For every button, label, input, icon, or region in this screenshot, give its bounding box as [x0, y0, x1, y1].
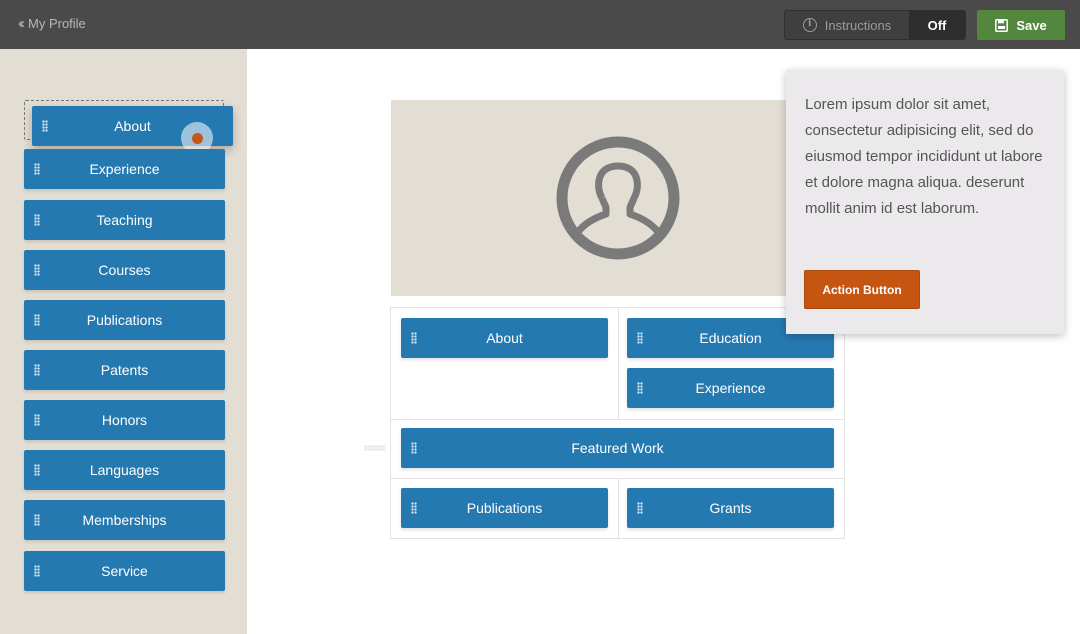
sidebar-item-memberships[interactable]: Memberships	[24, 500, 225, 540]
layout-block-experience[interactable]: Experience	[627, 368, 834, 408]
avatar-icon	[556, 136, 680, 260]
sidebar-item-label: Honors	[101, 412, 148, 428]
instructions-button[interactable]: i Instructions	[785, 11, 909, 39]
sidebar-item-label: Teaching	[96, 212, 153, 228]
grip-icon	[637, 332, 643, 344]
sidebar-item-teaching[interactable]: Teaching	[24, 200, 225, 240]
grip-icon	[34, 464, 40, 476]
sidebar-item-honors[interactable]: Honors	[24, 400, 225, 440]
layout-block-featured-work[interactable]: Featured Work	[401, 428, 834, 468]
layout-block-grants[interactable]: Grants	[627, 488, 834, 528]
save-label: Save	[1016, 17, 1047, 33]
grip-icon	[411, 332, 417, 344]
sidebar-item-label: Publications	[86, 312, 163, 328]
double-chevron-left-icon: ‹‹	[18, 15, 25, 32]
sidebar-item-label: Memberships	[82, 512, 167, 528]
instructions-label: Instructions	[824, 17, 892, 33]
sidebar-item-service[interactable]: Service	[24, 551, 225, 591]
save-button[interactable]: Save	[977, 10, 1065, 40]
grip-icon	[34, 214, 40, 226]
grip-icon	[637, 382, 643, 394]
top-bar: ‹‹ My Profile i Instructions Off Save	[0, 0, 1080, 49]
drop-hint	[364, 445, 386, 451]
layout-block-publications[interactable]: Publications	[401, 488, 608, 528]
sidebar-item-label: About	[114, 118, 151, 134]
back-link-label: My Profile	[28, 16, 86, 31]
grip-icon	[34, 264, 40, 276]
sidebar-item-label: Courses	[98, 262, 151, 278]
back-to-profile-link[interactable]: ‹‹ My Profile	[18, 16, 86, 31]
layout-block-about[interactable]: About	[401, 318, 608, 358]
save-disk-icon	[995, 18, 1009, 32]
grip-icon	[34, 163, 40, 175]
sidebar-item-experience[interactable]: Experience	[24, 149, 225, 189]
instructions-state[interactable]: Off	[909, 11, 965, 39]
grip-icon	[34, 364, 40, 376]
grip-icon	[637, 502, 643, 514]
instructions-popover: Lorem ipsum dolor sit amet, consectetur …	[786, 70, 1064, 334]
layout-block-label: Experience	[695, 380, 766, 396]
action-button[interactable]: Action Button	[804, 270, 920, 309]
grip-icon	[411, 502, 417, 514]
grip-icon	[34, 314, 40, 326]
sidebar-item-courses[interactable]: Courses	[24, 250, 225, 290]
grip-icon	[34, 414, 40, 426]
sidebar-item-patents[interactable]: Patents	[24, 350, 225, 390]
layout-block-label: Grants	[709, 500, 752, 516]
layout-block-label: About	[486, 330, 523, 346]
sidebar-item-languages[interactable]: Languages	[24, 450, 225, 490]
grip-icon	[34, 565, 40, 577]
layout-block-label: Featured Work	[571, 440, 664, 456]
sidebar-item-label: Experience	[89, 161, 160, 177]
info-icon: i	[802, 18, 817, 32]
grip-icon	[411, 442, 417, 454]
grip-icon	[42, 120, 48, 132]
profile-banner	[391, 100, 831, 296]
instructions-toggle[interactable]: i Instructions Off	[784, 10, 966, 40]
layout-block-label: Education	[699, 330, 762, 346]
layout-block-label: Publications	[466, 500, 543, 516]
sidebar-item-label: Languages	[89, 462, 160, 478]
grip-icon	[34, 514, 40, 526]
sidebar-item-label: Patents	[100, 362, 149, 378]
popover-text: Lorem ipsum dolor sit amet, consectetur …	[805, 96, 1043, 217]
sidebar-item-label: Service	[101, 563, 148, 579]
sidebar-item-publications[interactable]: Publications	[24, 300, 225, 340]
